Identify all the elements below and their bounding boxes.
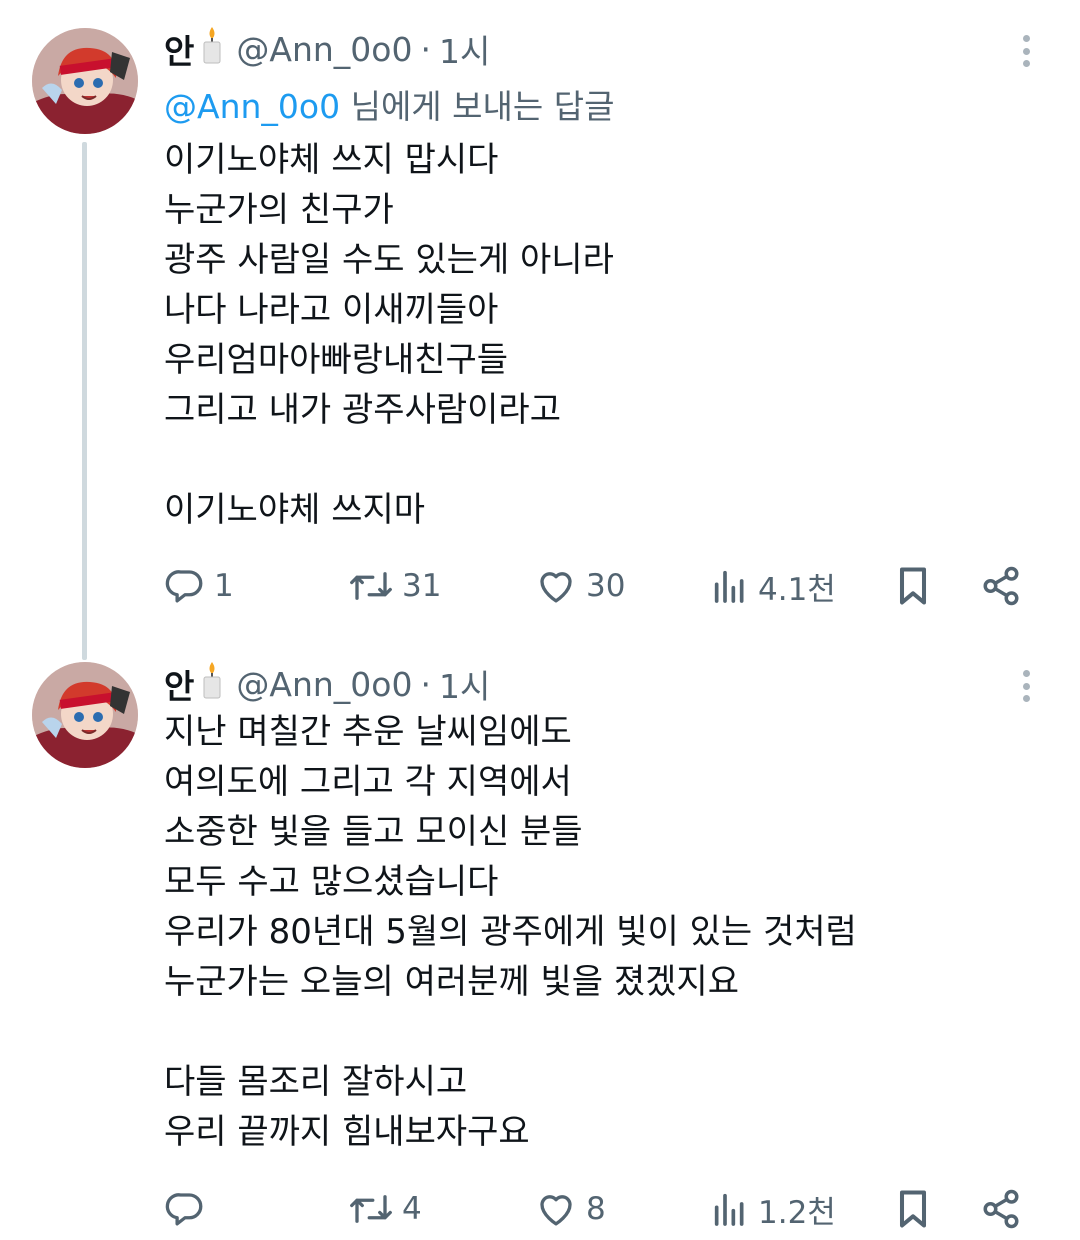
more-options-icon[interactable] — [1012, 666, 1040, 706]
tweet-actions: 1 31 30 4.1천 — [164, 561, 1040, 611]
tweet-time[interactable]: 1시 — [439, 25, 490, 73]
tweet-time[interactable]: 1시 — [439, 660, 490, 708]
author-handle[interactable]: @Ann_0o0 — [236, 665, 412, 704]
tweet-actions: 4 8 1.2천 — [164, 1184, 1040, 1234]
tweet-text: 이기노야체 쓰지 맙시다 누군가의 친구가 광주 사람일 수도 있는게 아니라 … — [164, 140, 614, 530]
retweet-icon — [350, 1195, 392, 1223]
tweet-header: 안 @Ann_0o0 · 1시 — [164, 661, 490, 707]
retweet-icon — [350, 572, 392, 600]
like-button[interactable]: 30 — [534, 561, 625, 611]
more-options-icon[interactable] — [1012, 31, 1040, 71]
share-icon — [983, 1189, 1019, 1229]
like-button[interactable]: 8 — [534, 1184, 606, 1234]
tweet-header: 안 @Ann_0o0 · 1시 — [164, 26, 490, 72]
share-button[interactable] — [980, 561, 1022, 611]
reply-icon — [165, 1193, 203, 1226]
reply-count: 1 — [214, 568, 234, 604]
views-button[interactable]: 4.1천 — [710, 561, 836, 611]
views-icon — [714, 1193, 744, 1226]
author-name[interactable]: 안 — [164, 25, 194, 73]
tweet-2[interactable]: 안 @Ann_0o0 · 1시 지난 며칠간 추운 날씨임에도 여의도에 그리고… — [0, 630, 1080, 1240]
thread-line — [82, 142, 87, 660]
retweet-count: 31 — [402, 568, 442, 604]
replying-to-mention[interactable]: @Ann_0o0 — [164, 87, 340, 126]
tweet-1[interactable]: 안 @Ann_0o0 · 1시 @Ann_0o0 님에게 보내는 답글 이기노야… — [0, 0, 1080, 660]
avatar[interactable] — [32, 28, 138, 134]
views-button[interactable]: 1.2천 — [710, 1184, 836, 1234]
author-handle[interactable]: @Ann_0o0 — [236, 30, 412, 69]
avatar[interactable] — [32, 662, 138, 768]
share-button[interactable] — [980, 1184, 1022, 1234]
retweet-count: 4 — [402, 1191, 422, 1227]
separator-dot: · — [420, 29, 431, 69]
retweet-button[interactable]: 4 — [348, 1184, 422, 1234]
retweet-button[interactable]: 31 — [348, 561, 441, 611]
reply-button[interactable] — [164, 1184, 214, 1234]
heart-icon — [540, 1195, 572, 1226]
share-icon — [983, 566, 1019, 606]
views-count: 4.1천 — [758, 571, 836, 608]
reply-icon — [165, 570, 203, 603]
views-count: 1.2천 — [758, 1194, 836, 1231]
separator-dot: · — [420, 664, 431, 704]
candle-emoji-icon — [200, 660, 224, 708]
replying-to: @Ann_0o0 님에게 보내는 답글 — [164, 80, 614, 128]
like-count: 8 — [586, 1191, 606, 1227]
candle-emoji-icon — [200, 25, 224, 73]
tweet-text: 지난 며칠간 추운 날씨임에도 여의도에 그리고 각 지역에서 소중한 빛을 들… — [164, 712, 857, 1152]
avatar-image — [32, 662, 138, 768]
views-icon — [714, 570, 744, 603]
reply-button[interactable]: 1 — [164, 561, 234, 611]
bookmark-icon — [899, 567, 927, 605]
replying-to-suffix: 님에게 보내는 답글 — [340, 87, 615, 126]
bookmark-button[interactable] — [894, 1184, 932, 1234]
heart-icon — [540, 572, 572, 603]
avatar-image — [32, 28, 138, 134]
bookmark-button[interactable] — [894, 561, 932, 611]
author-name[interactable]: 안 — [164, 660, 194, 708]
bookmark-icon — [899, 1190, 927, 1228]
like-count: 30 — [586, 568, 626, 604]
